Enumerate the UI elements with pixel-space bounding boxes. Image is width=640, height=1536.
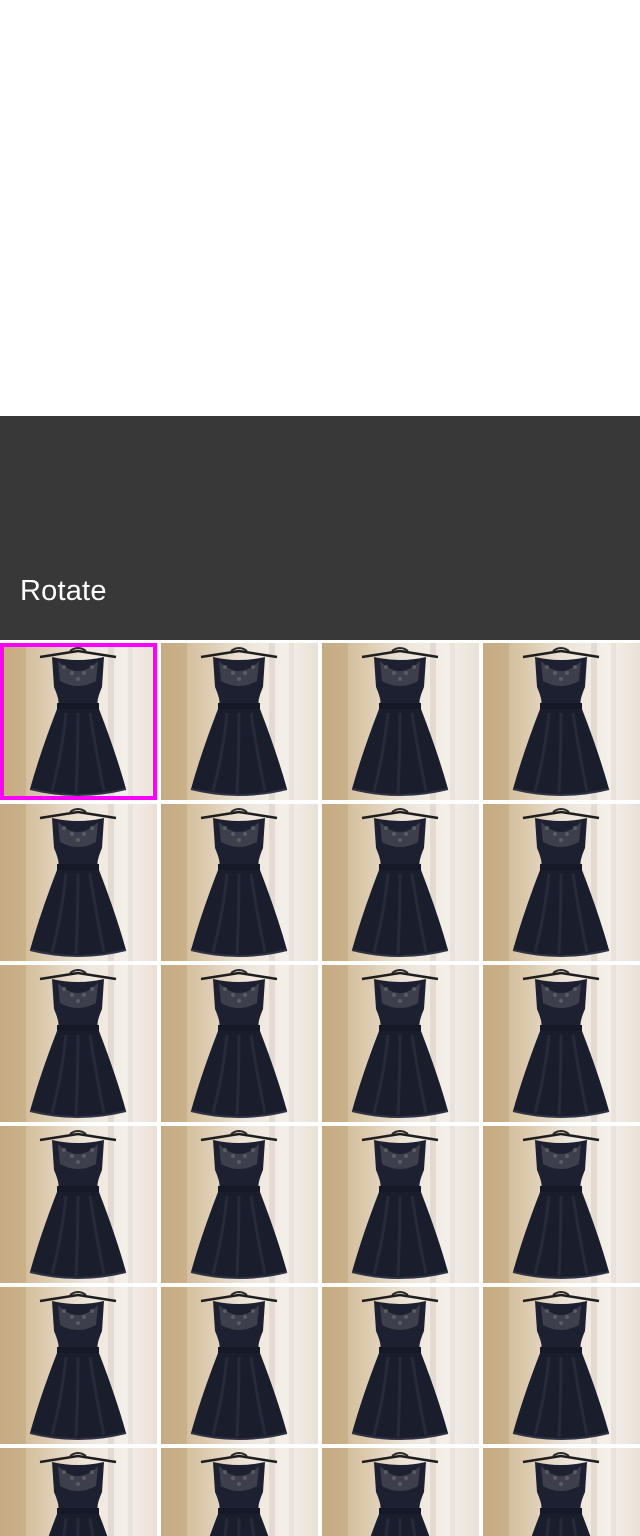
dress-photo-icon [322, 1126, 479, 1283]
thumbnail-item[interactable] [322, 804, 479, 961]
dress-photo-icon [161, 965, 318, 1122]
thumbnail-item[interactable] [161, 1287, 318, 1444]
dress-photo-icon [161, 804, 318, 961]
thumbnail-item[interactable] [0, 1126, 157, 1283]
rotate-screen: Rotate [0, 0, 640, 1536]
thumbnail-item[interactable] [161, 965, 318, 1122]
thumbnail-item[interactable] [322, 965, 479, 1122]
thumbnail-grid [0, 643, 640, 1536]
thumbnail-item[interactable] [483, 804, 640, 961]
dress-photo-icon [322, 965, 479, 1122]
thumbnail-item[interactable] [161, 1448, 318, 1536]
thumbnail-item[interactable] [483, 1448, 640, 1536]
page-title: Rotate [20, 575, 107, 607]
dress-photo-icon [161, 1287, 318, 1444]
dress-photo-icon [483, 1287, 640, 1444]
thumbnail-item[interactable] [483, 643, 640, 800]
dress-photo-icon [483, 804, 640, 961]
dress-photo-icon [483, 1448, 640, 1536]
dress-photo-icon [0, 1287, 157, 1444]
thumbnail-item[interactable] [161, 1126, 318, 1283]
thumbnail-item[interactable] [483, 1126, 640, 1283]
dress-photo-icon [483, 1126, 640, 1283]
thumbnail-item[interactable] [0, 1448, 157, 1536]
dress-photo-icon [161, 1126, 318, 1283]
thumbnail-item-selected[interactable] [0, 643, 157, 800]
dress-photo-icon [483, 965, 640, 1122]
thumbnail-item[interactable] [322, 1287, 479, 1444]
dress-photo-icon [0, 643, 157, 800]
thumbnail-item[interactable] [0, 804, 157, 961]
dress-photo-icon [161, 1448, 318, 1536]
dress-photo-icon [322, 1448, 479, 1536]
dress-photo-icon [0, 1448, 157, 1536]
thumbnail-item[interactable] [483, 965, 640, 1122]
dress-photo-icon [161, 643, 318, 800]
dress-photo-icon [0, 965, 157, 1122]
dress-photo-icon [483, 643, 640, 800]
dress-photo-icon [0, 804, 157, 961]
thumbnail-item[interactable] [322, 643, 479, 800]
thumbnail-item[interactable] [483, 1287, 640, 1444]
preview-area [0, 0, 640, 416]
thumbnail-item[interactable] [322, 1448, 479, 1536]
dress-photo-icon [322, 1287, 479, 1444]
thumbnail-item[interactable] [322, 1126, 479, 1283]
dress-photo-icon [322, 804, 479, 961]
thumbnail-item[interactable] [161, 804, 318, 961]
thumbnail-item[interactable] [0, 1287, 157, 1444]
dress-photo-icon [0, 1126, 157, 1283]
thumbnail-item[interactable] [0, 965, 157, 1122]
thumbnail-item[interactable] [161, 643, 318, 800]
dress-photo-icon [322, 643, 479, 800]
